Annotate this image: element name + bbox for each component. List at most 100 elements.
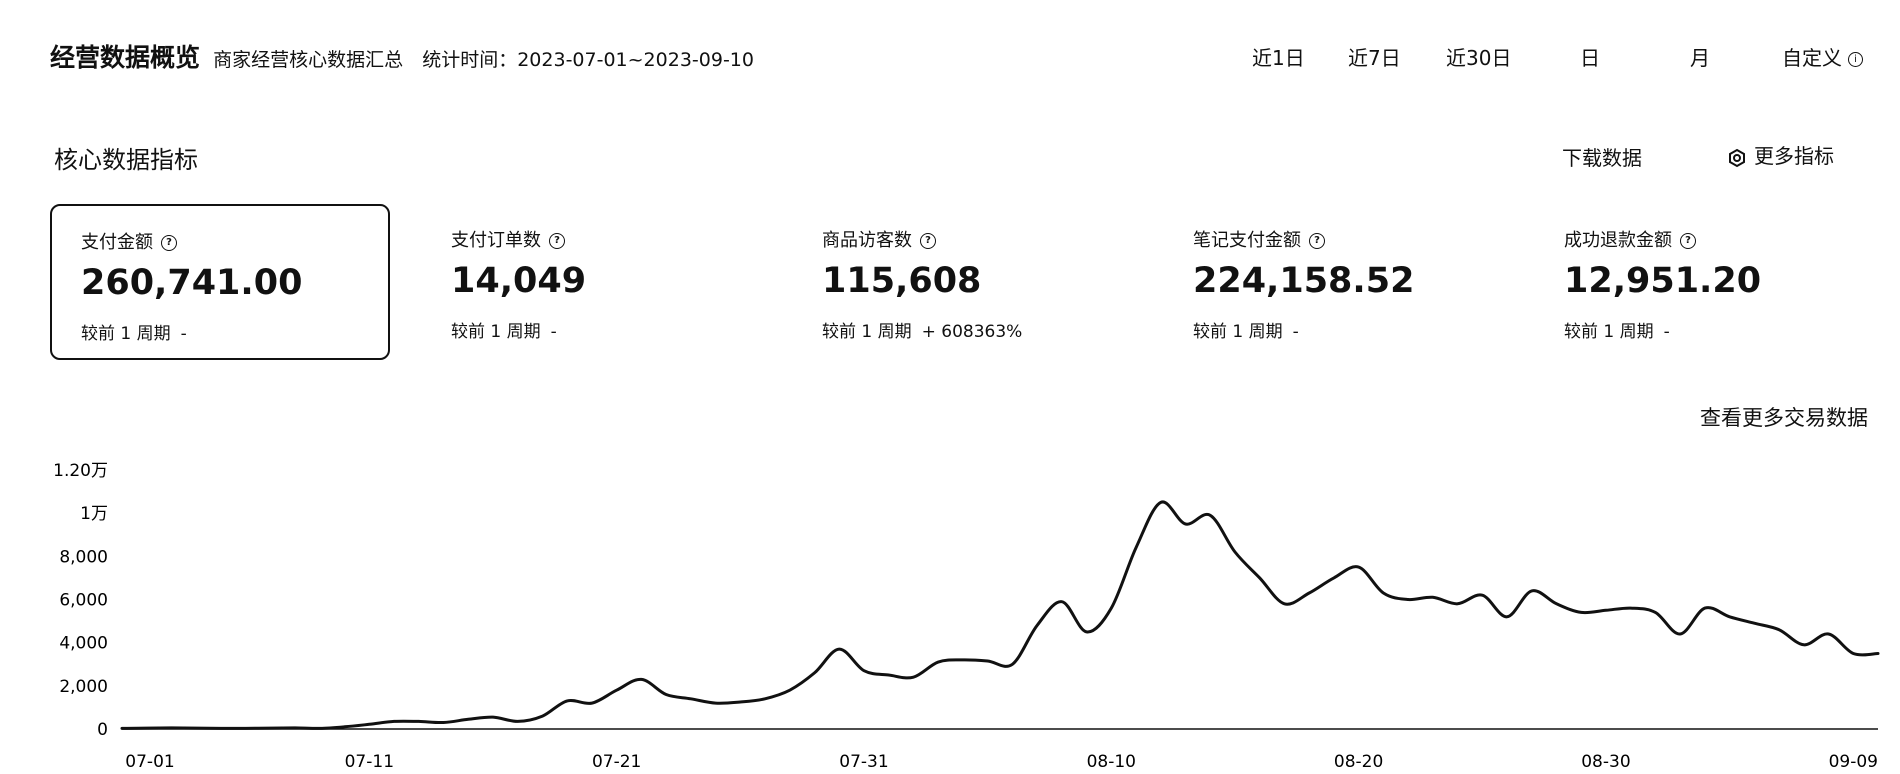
metric-value: 224,158.52 [1193, 261, 1415, 301]
data-point-08-08[interactable] [1056, 596, 1068, 608]
data-point-07-30[interactable] [833, 643, 845, 655]
data-point-08-15[interactable] [1229, 546, 1241, 558]
data-point-08-19[interactable] [1328, 572, 1340, 584]
metric-compare: 较前 1 周期 - [451, 322, 557, 342]
metric-card-visitors[interactable]: 商品访客数? 115,608 较前 1 周期 + 608363% [793, 204, 1133, 360]
y-axis: 0 2,000 4,000 6,000 8,000 1万 1.20万 [53, 461, 108, 740]
data-point-07-14[interactable] [438, 717, 450, 729]
data-point-09-06[interactable] [1773, 624, 1785, 636]
data-point-07-25[interactable] [710, 697, 722, 709]
data-point-08-13[interactable] [1180, 518, 1192, 530]
data-point-08-20[interactable] [1353, 561, 1365, 573]
data-point-07-19[interactable] [561, 695, 573, 707]
data-point-08-05[interactable] [982, 655, 994, 667]
data-point-08-07[interactable] [1031, 619, 1043, 631]
data-point-08-06[interactable] [1006, 658, 1018, 670]
data-point-07-20[interactable] [586, 697, 598, 709]
data-point-08-29[interactable] [1575, 606, 1587, 618]
data-point-08-14[interactable] [1204, 509, 1216, 521]
data-point-09-07[interactable] [1798, 639, 1810, 651]
metric-card-order-count[interactable]: 支付订单数? 14,049 较前 1 周期 - [422, 204, 762, 360]
data-point-07-07[interactable] [264, 722, 276, 734]
data-point-09-02[interactable] [1674, 628, 1686, 640]
data-point-08-16[interactable] [1254, 572, 1266, 584]
more-metrics-button[interactable]: 更多指标 [1726, 140, 1834, 169]
y-tick-label: 2,000 [59, 677, 108, 697]
data-point-09-10[interactable] [1872, 648, 1884, 660]
data-point-07-02[interactable] [141, 722, 153, 734]
range-30d[interactable]: 近30日 [1446, 42, 1511, 71]
range-month[interactable]: 月 [1690, 42, 1710, 71]
data-point-08-28[interactable] [1551, 598, 1563, 610]
data-point-08-01[interactable] [883, 669, 895, 681]
data-point-07-05[interactable] [215, 722, 227, 734]
data-point-08-03[interactable] [932, 656, 944, 668]
data-point-08-30[interactable] [1600, 604, 1612, 616]
data-point-08-31[interactable] [1625, 602, 1637, 614]
metric-card-payment-amount[interactable]: 支付金额? 260,741.00 较前 1 周期 - [50, 204, 390, 360]
data-point-07-11[interactable] [363, 718, 375, 730]
range-7d[interactable]: 近7日 [1348, 42, 1401, 71]
data-point-07-08[interactable] [289, 722, 301, 734]
y-tick-label: 6,000 [59, 591, 108, 611]
more-trade-data-link[interactable]: 查看更多交易数据 [1700, 402, 1868, 432]
data-point-07-27[interactable] [759, 693, 771, 705]
data-point-08-02[interactable] [907, 671, 919, 683]
data-point-07-31[interactable] [858, 665, 870, 677]
data-point-08-17[interactable] [1278, 598, 1290, 610]
metric-delta: - [1292, 322, 1299, 342]
data-point-08-12[interactable] [1155, 496, 1167, 508]
data-point-07-22[interactable] [635, 673, 647, 685]
metric-card-note-payment[interactable]: 笔记支付金额? 224,158.52 较前 1 周期 - [1164, 204, 1504, 360]
download-data-button[interactable]: 下载数据 [1562, 142, 1642, 171]
data-point-07-04[interactable] [190, 722, 202, 734]
data-point-08-22[interactable] [1402, 594, 1414, 606]
data-point-07-24[interactable] [685, 693, 697, 705]
data-point-08-23[interactable] [1427, 591, 1439, 603]
data-point-07-29[interactable] [809, 667, 821, 679]
data-point-08-21[interactable] [1377, 587, 1389, 599]
data-point-07-17[interactable] [512, 715, 524, 727]
range-custom[interactable]: 自定义 i [1782, 42, 1863, 71]
range-day[interactable]: 日 [1580, 42, 1600, 71]
data-point-08-26[interactable] [1501, 611, 1513, 623]
data-point-07-12[interactable] [388, 715, 400, 727]
data-point-08-10[interactable] [1105, 602, 1117, 614]
page-header: 经营数据概览 商家经营核心数据汇总 统计时间：2023-07-01~2023-0… [50, 38, 754, 74]
x-axis: 07-01 07-11 07-21 07-31 08-10 08-20 08-30 09-09 [125, 752, 1878, 772]
data-point-08-09[interactable] [1081, 626, 1093, 638]
data-point-09-08[interactable] [1823, 628, 1835, 640]
data-point-07-01[interactable] [116, 722, 128, 734]
data-point-08-04[interactable] [957, 654, 969, 666]
data-point-07-16[interactable] [487, 711, 499, 723]
metric-card-refund-amount[interactable]: 成功退款金额? 12,951.20 较前 1 周期 - [1535, 204, 1875, 360]
data-point-07-28[interactable] [784, 684, 796, 696]
data-point-08-11[interactable] [1130, 542, 1142, 554]
range-1d[interactable]: 近1日 [1252, 42, 1305, 71]
data-point-07-13[interactable] [413, 715, 425, 727]
x-tick-label: 07-11 [345, 752, 394, 772]
data-point-07-03[interactable] [166, 722, 178, 734]
data-point-07-10[interactable] [339, 721, 351, 733]
data-point-08-24[interactable] [1452, 598, 1464, 610]
metric-label: 笔记支付金额? [1193, 226, 1325, 252]
data-point-07-21[interactable] [611, 684, 623, 696]
data-point-09-04[interactable] [1724, 611, 1736, 623]
data-point-08-18[interactable] [1303, 587, 1315, 599]
data-point-07-18[interactable] [537, 710, 549, 722]
data-point-07-15[interactable] [462, 713, 474, 725]
data-point-09-03[interactable] [1699, 602, 1711, 614]
metric-delta: - [1663, 322, 1670, 342]
data-point-08-25[interactable] [1476, 589, 1488, 601]
data-point-09-01[interactable] [1649, 606, 1661, 618]
metric-value: 12,951.20 [1564, 261, 1762, 301]
x-tick-label: 08-30 [1581, 752, 1630, 772]
page-subtitle: 商家经营核心数据汇总 [213, 49, 404, 71]
data-point-07-26[interactable] [734, 696, 746, 708]
data-point-07-09[interactable] [314, 722, 326, 734]
data-point-09-05[interactable] [1748, 617, 1760, 629]
data-point-07-23[interactable] [660, 689, 672, 701]
data-point-08-27[interactable] [1526, 585, 1538, 597]
data-point-07-06[interactable] [240, 722, 252, 734]
data-point-09-09[interactable] [1847, 648, 1859, 660]
